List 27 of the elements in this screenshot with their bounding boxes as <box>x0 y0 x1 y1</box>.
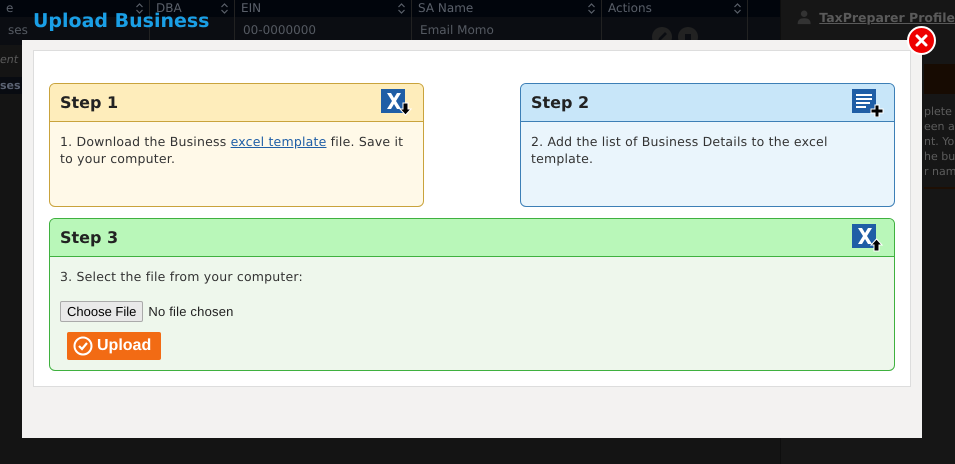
close-icon[interactable] <box>915 34 928 47</box>
step-instruction: 1. Download the Business excel template file. Save it to your computer. <box>60 133 404 167</box>
choose-file-button[interactable]: Choose File <box>60 301 144 322</box>
sort-icon[interactable] <box>398 3 405 14</box>
upload-button[interactable]: Upload <box>67 332 162 360</box>
document-add-icon[interactable] <box>852 88 884 116</box>
file-status: No file chosen <box>148 303 234 320</box>
paragraph-line: een a <box>924 119 955 134</box>
excel-download-icon[interactable] <box>381 88 413 116</box>
excel-upload-icon[interactable] <box>852 224 884 252</box>
step-instruction: 3. Select the file from your computer: <box>60 268 304 285</box>
step-title: Step 3 <box>60 228 118 247</box>
placeholder-text: ent <box>0 52 20 68</box>
paragraph-line: plete <box>924 104 953 119</box>
paragraph-line: nt. Yo <box>924 134 955 149</box>
sort-icon[interactable] <box>734 3 741 14</box>
template-link[interactable]: excel template <box>230 134 326 149</box>
sort-icon[interactable] <box>136 3 143 14</box>
step-title: Step 2 <box>531 93 590 112</box>
sort-icon[interactable] <box>221 3 228 14</box>
profile-link[interactable]: TaxPreparer Profile <box>819 10 955 24</box>
sort-icon[interactable] <box>588 3 595 14</box>
paragraph-line: he bu <box>924 149 955 164</box>
check-circle-icon <box>73 336 93 356</box>
step-instruction: 2. Add the list of Business Details to the excel template. <box>531 133 829 167</box>
tab-label: ses <box>0 77 22 94</box>
step-title: Step 1 <box>60 93 118 112</box>
